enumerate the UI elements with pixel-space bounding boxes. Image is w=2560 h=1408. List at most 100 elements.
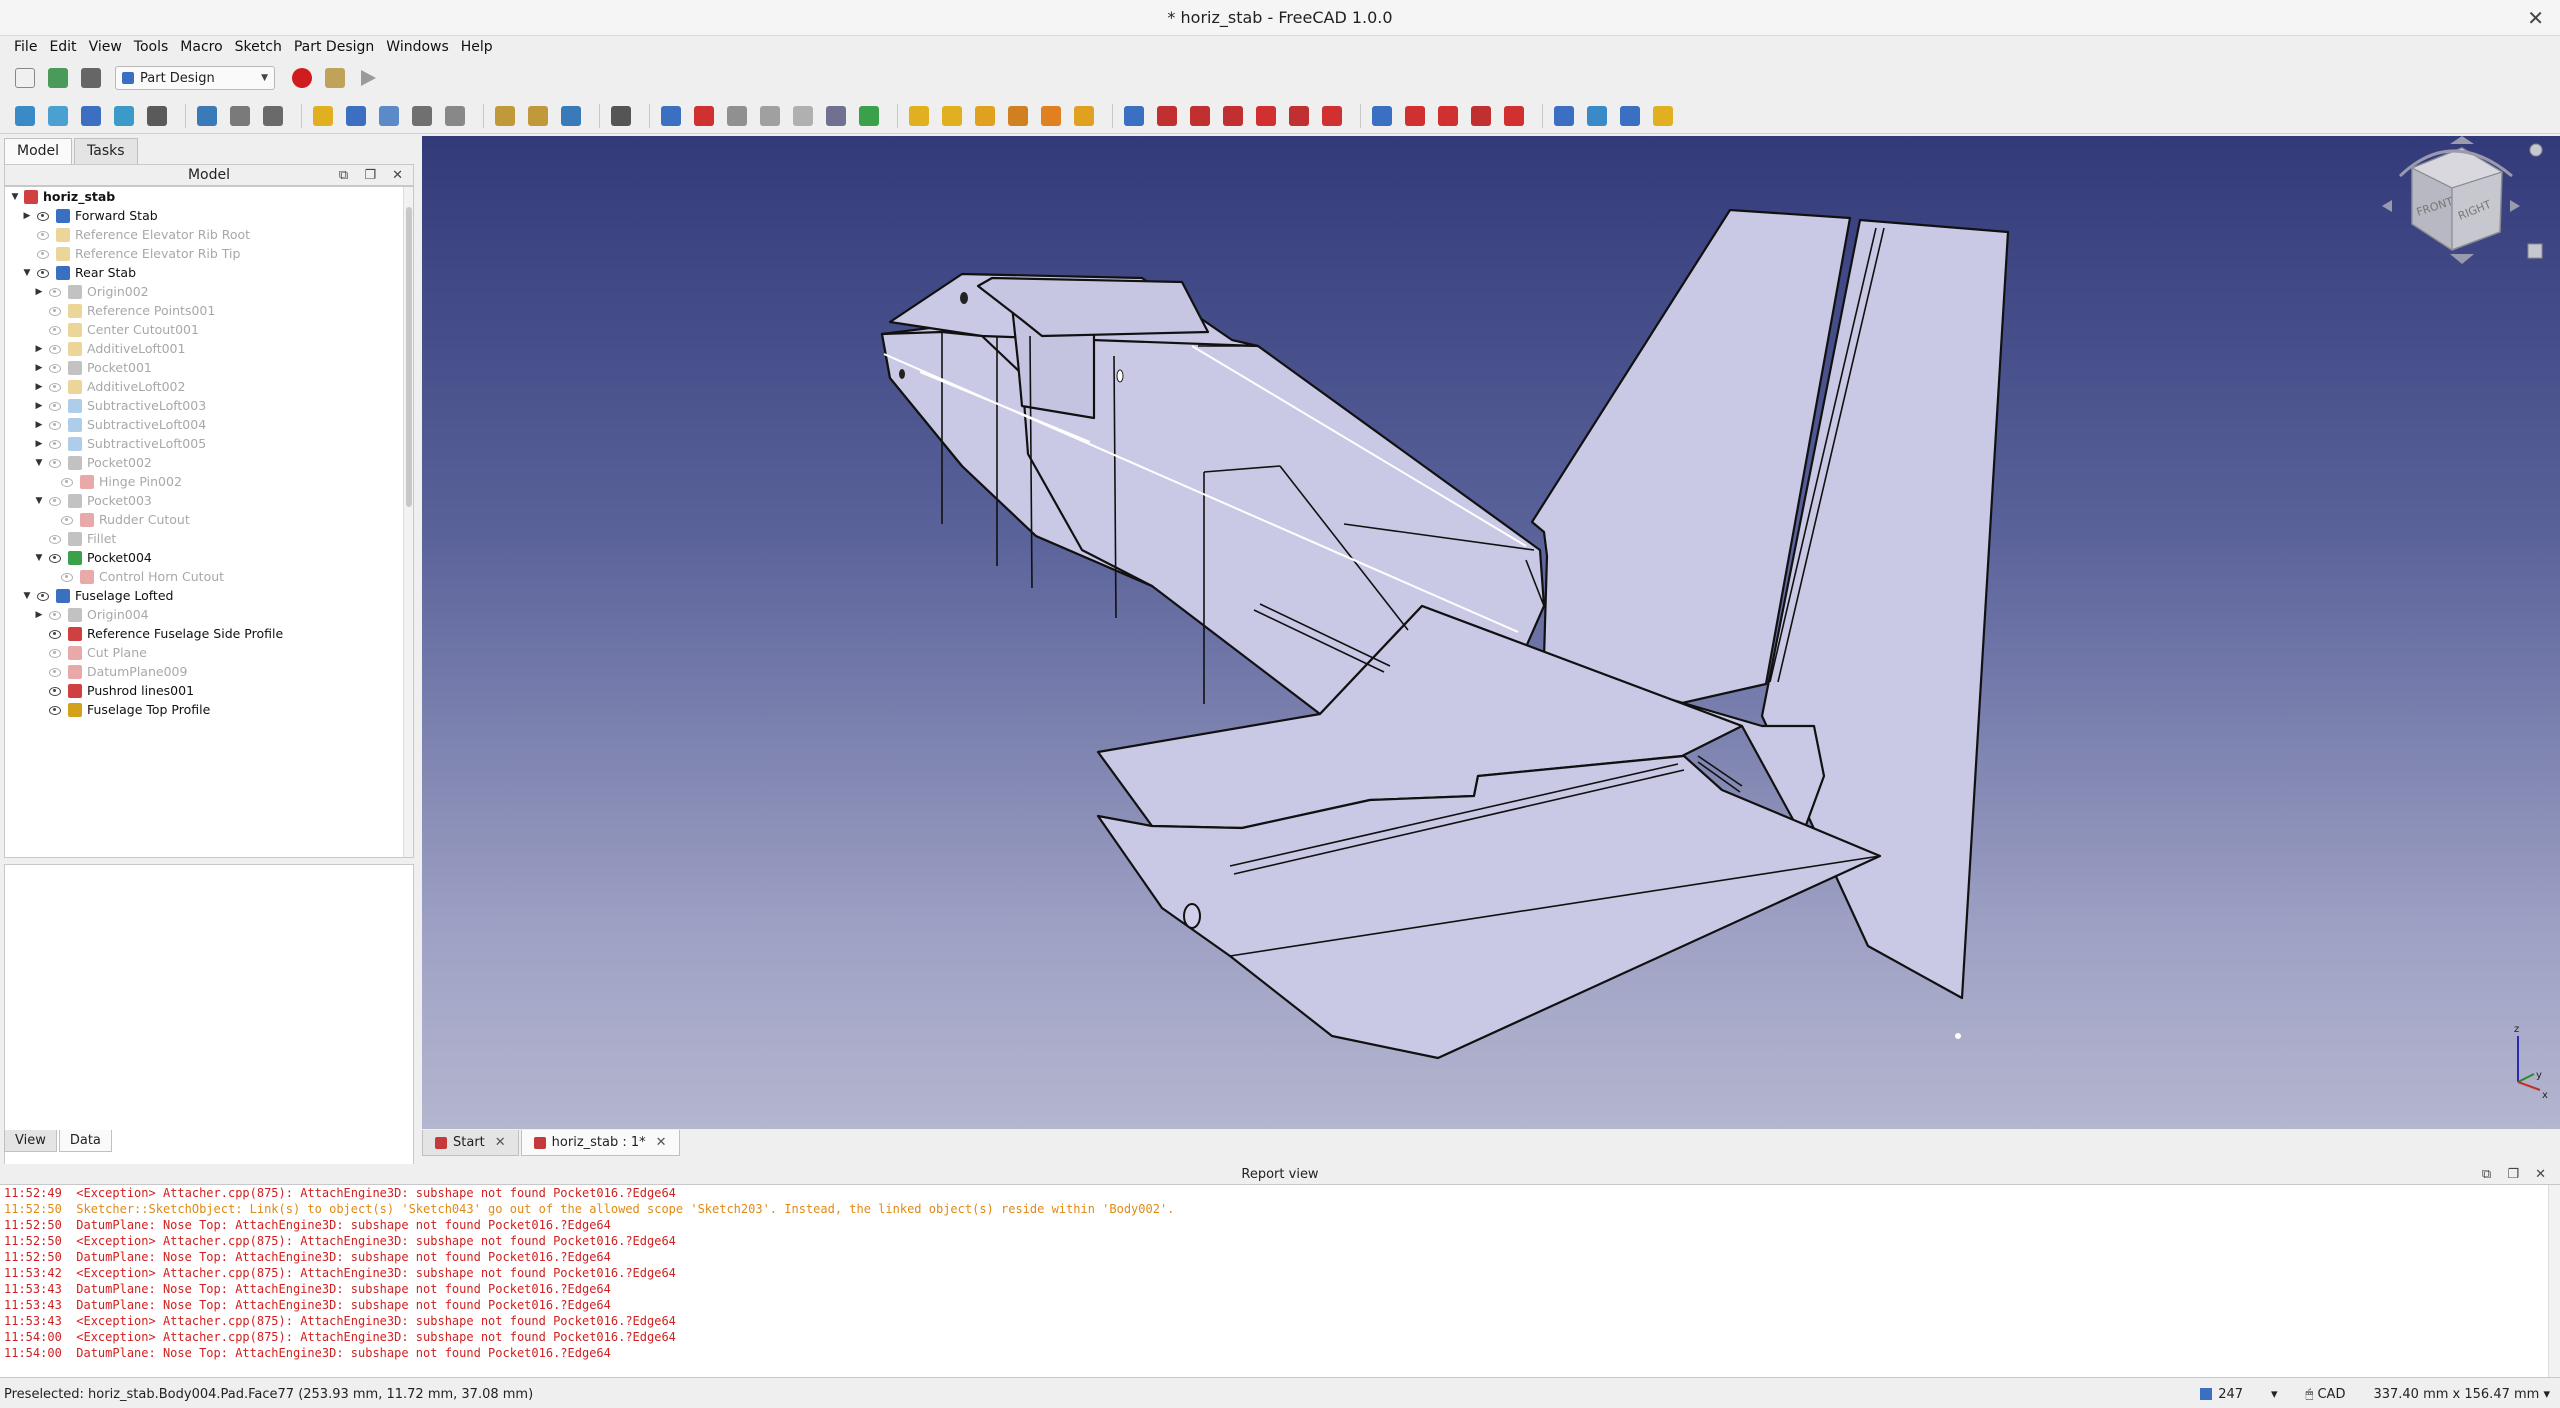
chevron-down-icon[interactable]: ▼: [33, 458, 45, 468]
workbench-selector[interactable]: Part Design ▼: [115, 66, 275, 90]
tree-item[interactable]: ▼ Pocket002: [5, 453, 413, 472]
tree-item[interactable]: ▶ AdditiveLoft002: [5, 377, 413, 396]
subtractive-primitive-icon[interactable]: [1319, 103, 1345, 129]
sketch-icon[interactable]: [691, 103, 717, 129]
tree-item[interactable]: ▶ SubtractiveLoft005: [5, 434, 413, 453]
save-file-icon[interactable]: [78, 65, 104, 91]
run-macro-icon[interactable]: [355, 65, 381, 91]
draft-icon[interactable]: [1468, 103, 1494, 129]
tree-item[interactable]: Fillet: [5, 529, 413, 548]
tab-start[interactable]: Start ✕: [422, 1130, 519, 1156]
tab-horiz-stab[interactable]: horiz_stab : 1* ✕: [520, 1130, 680, 1156]
tree-item[interactable]: ▶ AdditiveLoft001: [5, 339, 413, 358]
visibility-eye-icon[interactable]: [60, 515, 74, 525]
refresh-icon[interactable]: [558, 103, 584, 129]
variable-set-icon[interactable]: [442, 103, 468, 129]
model-tree[interactable]: ▼ horiz_stab ▶ Forward Stab Reference Elevat…: [4, 186, 414, 858]
chevron-right-icon[interactable]: ▶: [33, 401, 45, 411]
visibility-eye-icon[interactable]: [48, 648, 62, 658]
tree-item[interactable]: ▼ Pocket004: [5, 548, 413, 567]
menu-help[interactable]: Help: [455, 39, 499, 55]
tree-item[interactable]: Reference Elevator Rib Root: [5, 225, 413, 244]
visibility-eye-icon[interactable]: [48, 629, 62, 639]
datum-plane-icon[interactable]: [823, 103, 849, 129]
tree-item[interactable]: ▶ Forward Stab: [5, 206, 413, 225]
tab-data[interactable]: Data: [58, 1130, 112, 1152]
rotate-left-arrow-icon[interactable]: [2382, 200, 2392, 212]
revolve-icon[interactable]: [939, 103, 965, 129]
chevron-right-icon[interactable]: ▶: [33, 420, 45, 430]
link-icon[interactable]: [409, 103, 435, 129]
boolean-icon[interactable]: [1369, 103, 1395, 129]
tree-item[interactable]: Center Cutout001: [5, 320, 413, 339]
new-file-icon[interactable]: [12, 65, 38, 91]
create-body-icon[interactable]: [310, 103, 336, 129]
linear-pattern-icon[interactable]: [1584, 103, 1610, 129]
tree-item[interactable]: ▼ Pocket003: [5, 491, 413, 510]
visibility-eye-icon[interactable]: [48, 534, 62, 544]
tree-item[interactable]: Fuselage Top Profile: [5, 700, 413, 719]
tree-item[interactable]: Rudder Cutout: [5, 510, 413, 529]
visibility-eye-icon[interactable]: [60, 477, 74, 487]
tree-item[interactable]: ▶ Origin004: [5, 605, 413, 624]
tree-item[interactable]: Reference Points001: [5, 301, 413, 320]
rotate-down-arrow-icon[interactable]: [2450, 254, 2474, 264]
visibility-eye-icon[interactable]: [48, 686, 62, 696]
menu-windows[interactable]: Windows: [380, 39, 455, 55]
tree-item[interactable]: ▼ Fuselage Lofted: [5, 586, 413, 605]
additive-loft-icon[interactable]: [972, 103, 998, 129]
tree-item[interactable]: ▼ Rear Stab: [5, 263, 413, 282]
datum-line-icon[interactable]: [790, 103, 816, 129]
tree-item[interactable]: ▶ Origin002: [5, 282, 413, 301]
fit-all-icon[interactable]: [12, 103, 38, 129]
tree-item[interactable]: Reference Fuselage Side Profile: [5, 624, 413, 643]
chevron-right-icon[interactable]: ▶: [33, 287, 45, 297]
navigation-cube[interactable]: FRONT RIGHT: [2382, 136, 2543, 264]
visibility-eye-icon[interactable]: [36, 249, 50, 259]
rotate-right-arrow-icon[interactable]: [2510, 200, 2520, 212]
visibility-eye-icon[interactable]: [36, 230, 50, 240]
visibility-eye-icon[interactable]: [48, 401, 62, 411]
chevron-down-icon[interactable]: ▼: [33, 553, 45, 563]
visibility-eye-icon[interactable]: [48, 382, 62, 392]
report-scrollbar[interactable]: [2548, 1185, 2560, 1377]
tree-item[interactable]: ▶ SubtractiveLoft004: [5, 415, 413, 434]
chevron-down-icon[interactable]: ▾: [2271, 1387, 2278, 1402]
validate-sketch-icon[interactable]: [724, 103, 750, 129]
chevron-right-icon[interactable]: ▶: [33, 439, 45, 449]
tree-item[interactable]: ▶ Pocket001: [5, 358, 413, 377]
visibility-eye-icon[interactable]: [48, 458, 62, 468]
visibility-eye-icon[interactable]: [48, 287, 62, 297]
undo-icon[interactable]: [492, 103, 518, 129]
visibility-eye-icon[interactable]: [48, 553, 62, 563]
subtractive-helix-icon[interactable]: [1286, 103, 1312, 129]
chevron-down-icon[interactable]: ▼: [21, 268, 33, 278]
navcube-close-icon[interactable]: [2529, 143, 2543, 157]
fit-selection-icon[interactable]: [45, 103, 71, 129]
tree-item[interactable]: Hinge Pin002: [5, 472, 413, 491]
additive-primitive-icon[interactable]: [1071, 103, 1097, 129]
menu-part-design[interactable]: Part Design: [288, 39, 380, 55]
visibility-eye-icon[interactable]: [48, 344, 62, 354]
macro-editor-icon[interactable]: [322, 65, 348, 91]
chevron-down-icon[interactable]: ▼: [9, 192, 21, 202]
shape-binder-icon[interactable]: [856, 103, 882, 129]
menu-macro[interactable]: Macro: [174, 39, 228, 55]
tab-tasks[interactable]: Tasks: [74, 138, 138, 164]
pocket-icon[interactable]: [1121, 103, 1147, 129]
navigation-style[interactable]: 🖱 CAD: [2306, 1387, 2346, 1402]
visibility-eye-icon[interactable]: [48, 363, 62, 373]
menu-tools[interactable]: Tools: [128, 39, 175, 55]
tab-view[interactable]: View: [4, 1130, 57, 1152]
redo-icon[interactable]: [525, 103, 551, 129]
mirror-icon[interactable]: [1551, 103, 1577, 129]
open-file-icon[interactable]: [45, 65, 71, 91]
visibility-eye-icon[interactable]: [48, 667, 62, 677]
tree-item[interactable]: Control Horn Cutout: [5, 567, 413, 586]
whats-this-icon[interactable]: [608, 103, 634, 129]
tree-item[interactable]: Reference Elevator Rib Tip: [5, 244, 413, 263]
chamfer-icon[interactable]: [1435, 103, 1461, 129]
tree-item[interactable]: ▶ SubtractiveLoft003: [5, 396, 413, 415]
panel-buttons[interactable]: ⧉ ❐ ✕: [339, 168, 409, 183]
chevron-down-icon[interactable]: ▼: [21, 591, 33, 601]
